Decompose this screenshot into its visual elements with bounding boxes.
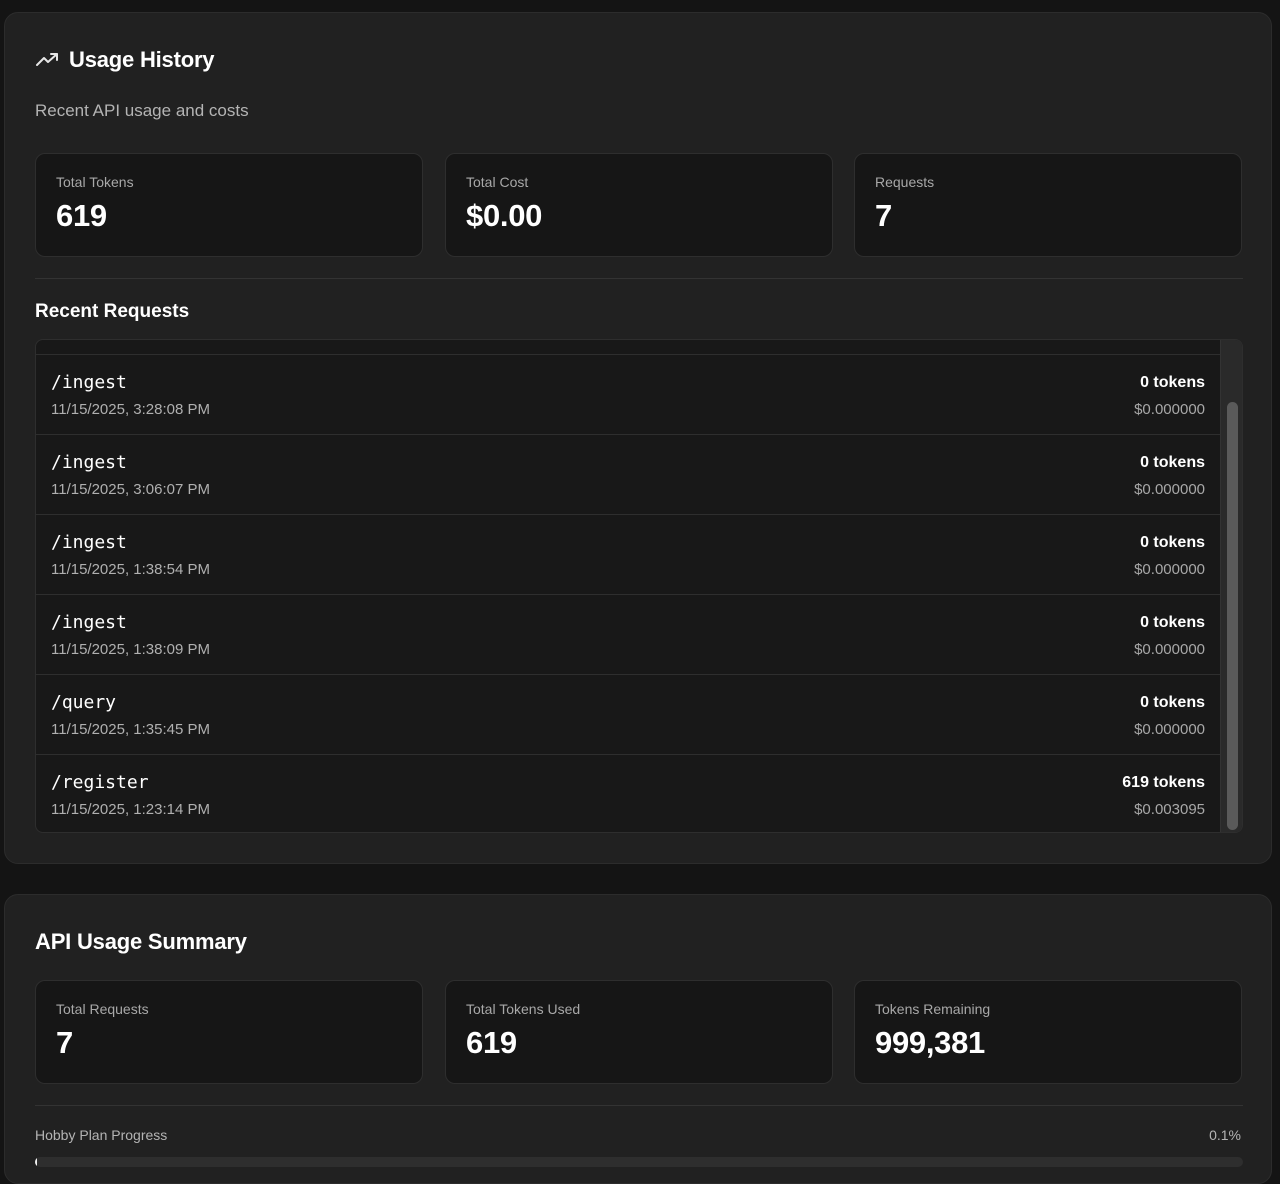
list-item <box>36 340 1220 355</box>
request-cost: $0.000000 <box>1134 641 1205 658</box>
plan-progress-label: Hobby Plan Progress <box>35 1127 168 1143</box>
requests-scroll-area[interactable]: /ingest 11/15/2025, 3:28:08 PM 0 tokens … <box>36 340 1220 832</box>
request-tokens: 619 tokens <box>1122 774 1205 791</box>
request-endpoint: /ingest <box>51 612 127 633</box>
stat-total-requests: Total Requests 7 <box>35 980 423 1084</box>
request-tokens: 0 tokens <box>1140 374 1205 391</box>
list-item[interactable]: /ingest 11/15/2025, 1:38:54 PM 0 tokens … <box>36 515 1220 595</box>
divider <box>35 278 1243 279</box>
plan-progress-fill <box>35 1157 37 1167</box>
stat-tokens-remaining: Tokens Remaining 999,381 <box>854 980 1242 1084</box>
summary-stats: Total Requests 7 Total Tokens Used 619 T… <box>35 980 1243 1084</box>
usage-history-card: Usage History Recent API usage and costs… <box>4 12 1272 864</box>
scrollbar[interactable] <box>1220 340 1242 832</box>
request-cost: $0.000000 <box>1134 721 1205 738</box>
request-tokens: 0 tokens <box>1140 614 1205 631</box>
list-item[interactable]: /ingest 11/15/2025, 3:06:07 PM 0 tokens … <box>36 435 1220 515</box>
plan-progress-bar <box>35 1157 1243 1167</box>
usage-history-subtitle: Recent API usage and costs <box>35 101 249 120</box>
stat-total-tokens-used: Total Tokens Used 619 <box>445 980 833 1084</box>
request-timestamp: 11/15/2025, 1:35:45 PM <box>51 721 211 738</box>
usage-history-title: Usage History <box>69 47 215 72</box>
request-timestamp: 11/15/2025, 3:06:07 PM <box>51 481 211 498</box>
stat-label: Total Cost <box>466 174 529 190</box>
request-cost: $0.000000 <box>1134 561 1205 578</box>
request-cost: $0.003095 <box>1134 801 1205 818</box>
divider <box>35 1105 1243 1106</box>
stat-total-tokens: Total Tokens 619 <box>35 153 423 257</box>
usage-history-header: Usage History <box>35 47 215 73</box>
request-tokens: 0 tokens <box>1140 694 1205 711</box>
stat-label: Tokens Remaining <box>875 1001 991 1017</box>
request-endpoint: /query <box>51 692 117 713</box>
usage-stats: Total Tokens 619 Total Cost $0.00 Reques… <box>35 153 1243 257</box>
stat-label: Requests <box>875 174 935 190</box>
list-item[interactable]: /register 11/15/2025, 1:23:14 PM 619 tok… <box>36 755 1220 832</box>
request-tokens: 0 tokens <box>1140 454 1205 471</box>
trending-up-icon <box>35 48 59 72</box>
request-endpoint: /ingest <box>51 452 127 473</box>
request-timestamp: 11/15/2025, 3:28:08 PM <box>51 401 211 418</box>
recent-requests-title: Recent Requests <box>35 301 190 322</box>
request-endpoint: /register <box>51 772 149 793</box>
list-item[interactable]: /query 11/15/2025, 1:35:45 PM 0 tokens $… <box>36 675 1220 755</box>
stat-requests: Requests 7 <box>854 153 1242 257</box>
stat-label: Total Tokens <box>56 174 134 190</box>
list-item[interactable]: /ingest 11/15/2025, 1:38:09 PM 0 tokens … <box>36 595 1220 675</box>
stat-total-cost: Total Cost $0.00 <box>445 153 833 257</box>
request-endpoint: /ingest <box>51 532 127 553</box>
stat-value: 619 <box>56 198 107 233</box>
request-timestamp: 11/15/2025, 1:38:54 PM <box>51 561 211 578</box>
api-usage-summary-title: API Usage Summary <box>35 929 247 954</box>
stat-value: 7 <box>875 198 892 233</box>
stat-value: $0.00 <box>466 198 543 233</box>
request-timestamp: 11/15/2025, 1:38:09 PM <box>51 641 211 658</box>
stat-value: 7 <box>56 1025 73 1060</box>
scrollbar-thumb[interactable] <box>1227 402 1238 830</box>
request-timestamp: 11/15/2025, 1:23:14 PM <box>51 801 211 818</box>
stat-label: Total Requests <box>56 1001 149 1017</box>
stat-value: 619 <box>466 1025 517 1060</box>
recent-requests-list[interactable]: /ingest 11/15/2025, 3:28:08 PM 0 tokens … <box>35 339 1243 833</box>
list-item[interactable]: /ingest 11/15/2025, 3:28:08 PM 0 tokens … <box>36 355 1220 435</box>
request-endpoint: /ingest <box>51 372 127 393</box>
stat-value: 999,381 <box>875 1025 985 1060</box>
request-tokens: 0 tokens <box>1140 534 1205 551</box>
plan-progress-value: 0.1% <box>1209 1127 1241 1143</box>
api-usage-summary-card: API Usage Summary Total Requests 7 Total… <box>4 894 1272 1184</box>
request-cost: $0.000000 <box>1134 481 1205 498</box>
stat-label: Total Tokens Used <box>466 1001 581 1017</box>
request-cost: $0.000000 <box>1134 401 1205 418</box>
